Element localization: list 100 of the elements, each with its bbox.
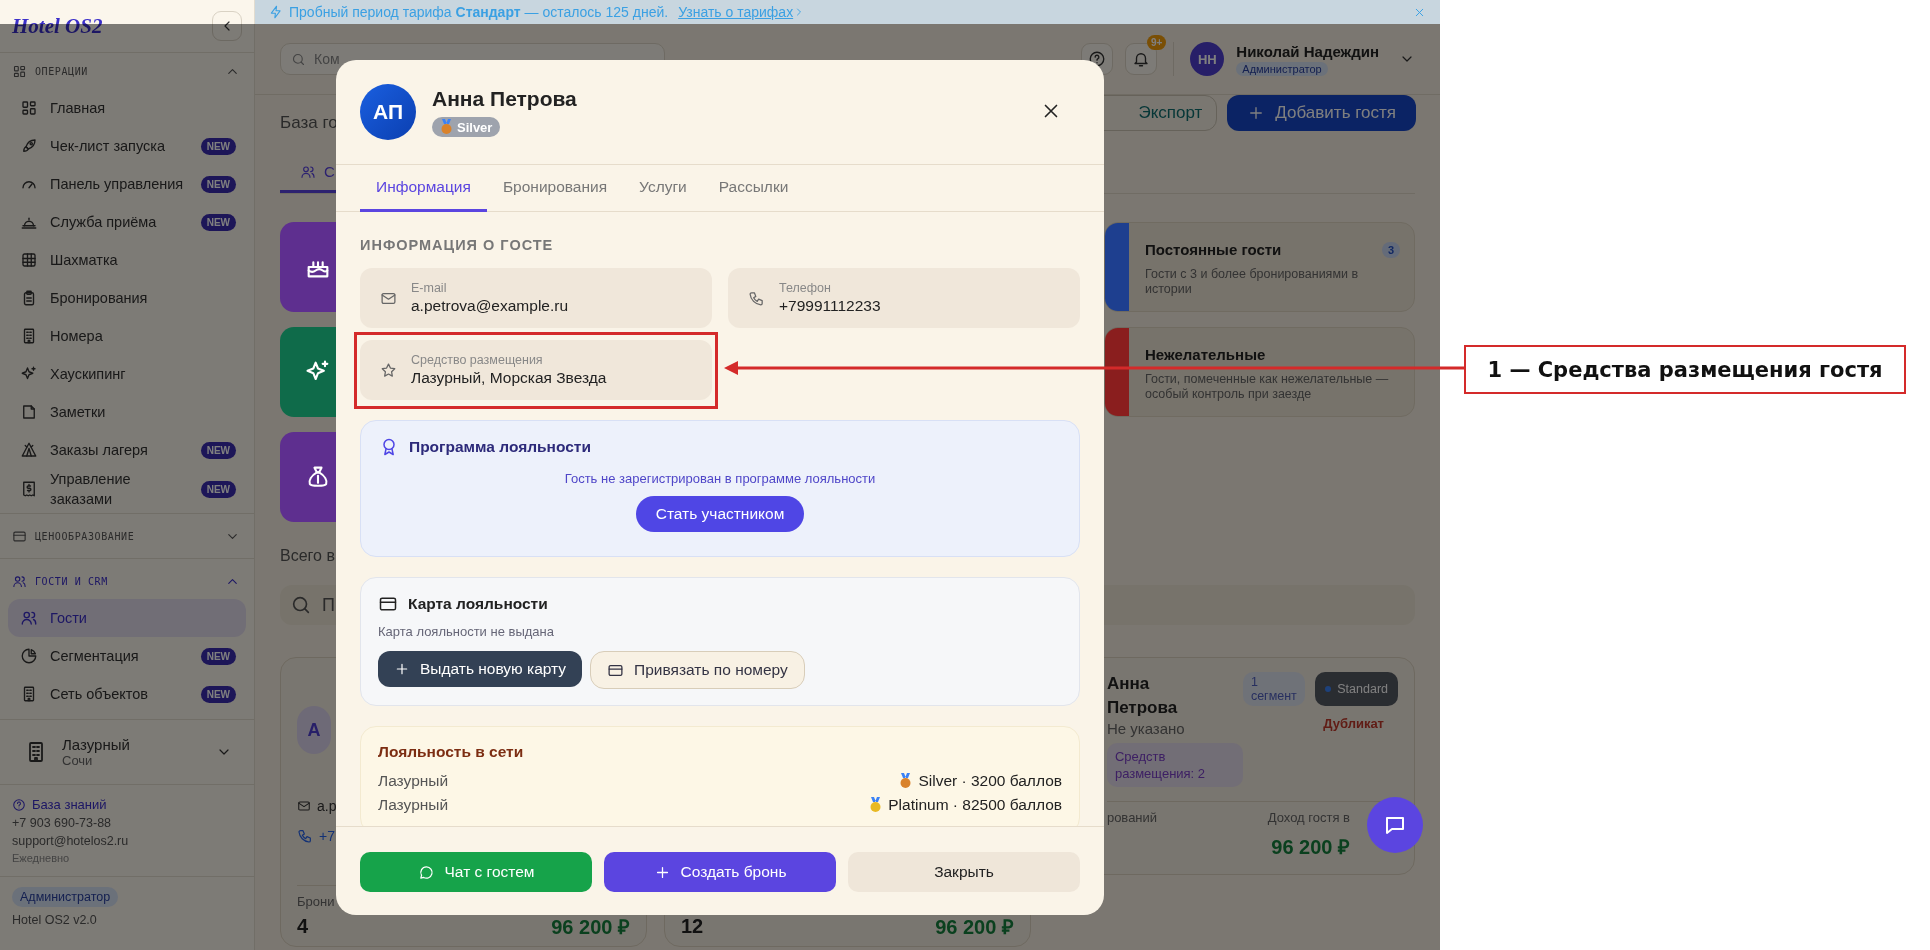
duplicate-label: Дубликат [1323,716,1384,731]
mail-icon [297,799,311,813]
role-badge: Администратор [12,887,119,907]
add-guest-button[interactable]: Добавить гостя [1227,95,1416,131]
section-header[interactable]: ГОСТИ И CRM [0,563,254,599]
property-name: Лазурный [378,772,449,790]
phone-icon [297,828,313,844]
nav-item[interactable]: Заметки [8,393,246,431]
card-title: Программа лояльности [409,438,591,456]
close-button[interactable]: Закрыть [848,852,1080,892]
nav-item[interactable]: Шахматка [8,241,246,279]
segment-title: Постоянные гости [1145,241,1282,258]
link-card-button[interactable]: Привязать по номеру [590,651,805,689]
tier-badge: Silver [432,117,501,137]
search-icon [290,594,312,616]
guest-avatar: A [297,706,331,754]
new-badge: NEW [200,685,236,703]
revenue-value: 96 200 ₽ [935,915,1014,940]
tab[interactable]: Услуги [623,165,703,212]
tab[interactable]: Рассылки [702,165,805,212]
field-label: E-mail [411,281,448,295]
guest-subtitle: Не указано [1106,720,1186,737]
tab[interactable]: Бронирования [486,165,624,212]
new-badge: NEW [200,213,236,231]
tab[interactable]: Информация [360,165,487,212]
card-title: Лояльность в сети [378,743,525,761]
new-badge: NEW [200,480,236,498]
field-label: Средство размещения [411,353,544,367]
nav-item[interactable]: Управление заказами NEW [8,469,246,509]
section-header[interactable]: ЦЕНООБРАЗОВАНИЕ [0,518,254,554]
version-label: Hotel OS2 v2.0 [12,913,97,927]
note-icon [20,403,38,421]
property-name: Лазурный [378,796,449,814]
nav-item[interactable]: Хаускипинг [8,355,246,393]
section-header[interactable]: ОПЕРАЦИИ [0,53,254,89]
users-icon [20,609,38,627]
segment-title: Нежелательные [1145,346,1266,363]
card-title: Карта лояльности [408,595,548,613]
knowledge-base-link[interactable]: База знаний [12,797,242,812]
revenue-value: 96 200 ₽ [551,915,630,940]
chat-button[interactable]: Чат с гостем [360,852,592,892]
new-badge: NEW [200,137,236,155]
nav-item[interactable]: Сеть объектов NEW [8,675,246,713]
revenue-value: 96 200 ₽ [1271,836,1350,858]
chat-icon [417,863,435,881]
field-label: Телефон [779,281,832,295]
nav-item[interactable]: Бронирования [8,279,246,317]
nav-item[interactable]: Служба приёма NEW [8,203,246,241]
stat-label: рований [1106,810,1158,825]
join-button[interactable]: Стать участником [635,496,805,532]
field-value: +79991112233 [779,297,881,315]
user-name: Николай Надеждин [1236,42,1379,60]
status-dot-icon [1325,686,1332,692]
section-title: ИНФОРМАЦИЯ О ГОСТЕ [360,237,555,253]
guest-avatar: АП [360,84,416,140]
properties-badge: Средств размещения: 2 [1106,743,1243,787]
support-phone: +7 903 690-73-88 [12,816,113,830]
bolt-icon [269,5,283,19]
nav-item[interactable]: Панель управления NEW [8,165,246,203]
revenue-label: Доход гостя в [1267,810,1350,825]
collapse-button[interactable] [212,11,242,41]
property-selector[interactable]: Лазурный Сочи [0,724,254,780]
bell-icon [1132,50,1151,68]
role-badge: Администратор [1236,61,1328,76]
callout-label: 1 — Средства размещения гостя [1464,345,1906,394]
plus-icon [394,661,410,677]
segment-card[interactable]: Нежелательные Гости, помеченные как нежелательные — особый контроль при заезде [1104,327,1415,417]
support-email: support@hotelos2.ru [12,834,130,848]
nav-item[interactable]: Гости [8,599,246,637]
help-icon [1088,50,1107,68]
issue-card-button[interactable]: Выдать новую карту [378,651,583,687]
guest-name: Анна Петрова [432,87,577,111]
notification-count: 9+ [1146,35,1167,50]
guest-email: a.p [317,798,337,814]
nav-item[interactable]: Номера [8,317,246,355]
nav-item[interactable]: Главная [8,89,246,127]
loyalty-message: Гость не зарегистрирован в программе лояльности [564,471,876,486]
user-avatar: НН [1190,42,1225,76]
segment-description: Гости, помеченные как нежелательные — особый контроль при заезде [1145,372,1390,402]
table-grid-icon [20,251,38,269]
nav-item[interactable]: Чек-лист запуска NEW [8,127,246,165]
segment-count: 3 [1381,241,1400,258]
new-badge: NEW [200,175,236,193]
nav-item[interactable]: Сегментация NEW [8,637,246,675]
create-booking-button[interactable]: Создать бронь [604,852,836,892]
grid-icon [20,99,38,117]
phone-icon [748,289,765,307]
users-icon [300,163,316,180]
segment-description: Гости с 3 и более бронированиями в истории [1145,267,1360,297]
stat-value: 4 [297,915,309,938]
pie-chart-icon [20,647,38,665]
tent-icon [20,441,38,459]
guest-phone: +7 [319,828,335,844]
nav-item[interactable]: Заказы лагеря NEW [8,431,246,469]
medal-icon [440,119,453,135]
stat-label: Брони [297,894,335,909]
star-icon [380,361,397,379]
segment-card[interactable]: Постоянные гости 3 Гости с 3 и более бронированиями в истории [1104,222,1415,312]
stat-value: 12 [680,915,704,938]
grid-icon [12,63,27,79]
